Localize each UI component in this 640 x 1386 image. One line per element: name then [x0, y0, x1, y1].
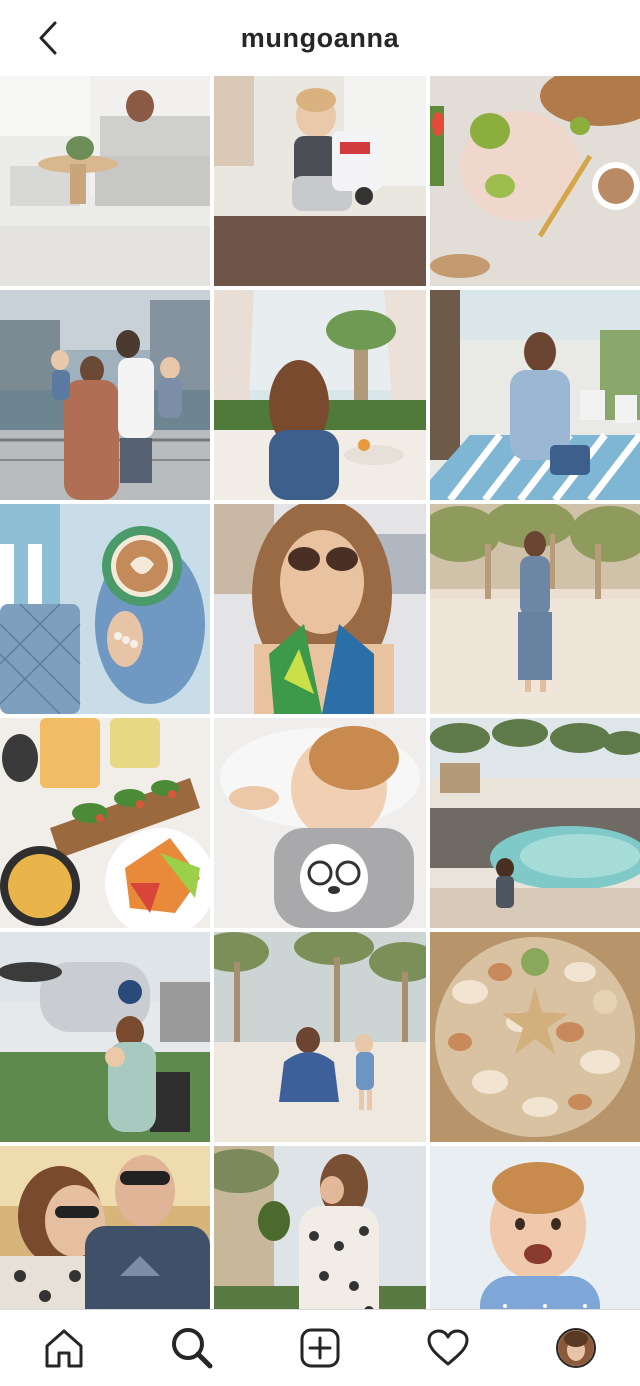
post-thumbnail-couple-selfie[interactable] — [0, 1146, 210, 1310]
posts-grid — [0, 76, 640, 1310]
activity-heart-icon — [427, 1329, 469, 1366]
post-thumbnail-sleeping-toddler[interactable] — [214, 718, 426, 928]
chevron-left-icon — [39, 21, 57, 55]
back-button[interactable] — [28, 18, 68, 58]
home-icon — [45, 1329, 83, 1368]
profile-username: mungoanna — [240, 22, 400, 53]
post-thumbnail-toddler-toy-truck[interactable] — [214, 76, 426, 286]
post-thumbnail-latte-handbag-flatlay[interactable] — [0, 504, 210, 714]
post-thumbnail-living-room[interactable] — [0, 76, 210, 286]
post-thumbnail-woman-palm-beach[interactable] — [430, 504, 640, 714]
tab-activity[interactable] — [416, 1316, 480, 1380]
post-thumbnail-selfie-sunglasses[interactable] — [214, 504, 426, 714]
post-thumbnail-woman-leopard-dress[interactable] — [214, 1146, 426, 1310]
tab-search[interactable] — [160, 1316, 224, 1380]
tab-new-post[interactable] — [288, 1316, 352, 1380]
post-thumbnail-seashells-bowl[interactable] — [430, 932, 640, 1142]
post-thumbnail-healthy-food-table[interactable] — [0, 718, 210, 928]
post-thumbnail-salt-trailer[interactable] — [0, 932, 210, 1142]
profile-avatar — [556, 1328, 596, 1368]
post-thumbnail-woman-striped-lounger[interactable] — [430, 290, 640, 500]
profile-header: mungoanna — [0, 0, 640, 76]
post-thumbnail-family-waterfront[interactable] — [0, 290, 210, 500]
post-thumbnail-beach-pool-child[interactable] — [430, 718, 640, 928]
post-thumbnail-smiling-toddler[interactable] — [430, 1146, 640, 1310]
post-thumbnail-mother-child-beach[interactable] — [214, 932, 426, 1142]
search-icon — [172, 1328, 213, 1369]
new-post-icon — [300, 1328, 340, 1368]
tab-home[interactable] — [32, 1316, 96, 1380]
post-thumbnail-fruit-platter-coffee[interactable] — [430, 76, 640, 286]
tab-profile[interactable] — [544, 1316, 608, 1380]
bottom-tab-bar — [0, 1309, 640, 1386]
post-thumbnail-woman-cabana[interactable] — [214, 290, 426, 500]
